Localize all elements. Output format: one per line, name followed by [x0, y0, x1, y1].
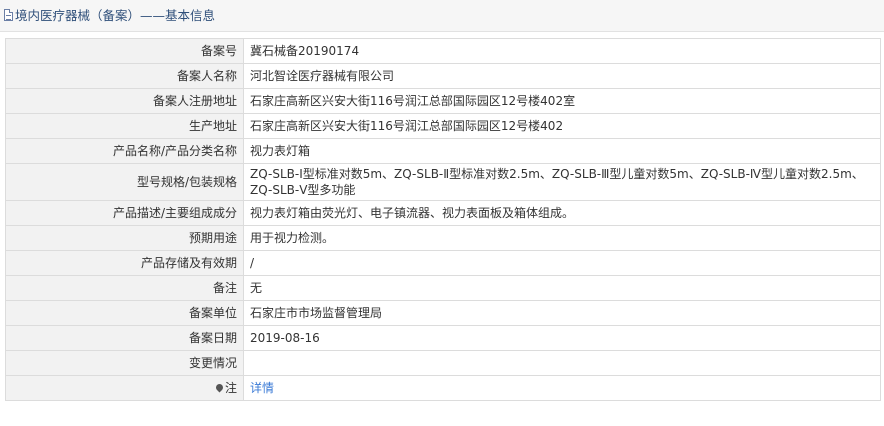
table-row: 备案号 冀石械备20190174 — [5, 38, 881, 64]
table-row: 预期用途 用于视力检测。 — [5, 225, 881, 251]
field-label: 备注 — [5, 275, 244, 301]
field-value: 用于视力检测。 — [243, 225, 881, 251]
table-row: 型号规格/包装规格 ZQ-SLB-Ⅰ型标准对数5m、ZQ-SLB-Ⅱ型标准对数2… — [5, 163, 881, 201]
field-label: 备案人名称 — [5, 63, 244, 89]
field-value: 视力表灯箱 — [243, 138, 881, 164]
field-label: 预期用途 — [5, 225, 244, 251]
field-value: 石家庄高新区兴安大街116号润江总部国际园区12号楼402室 — [243, 88, 881, 114]
field-value: 视力表灯箱由荧光灯、电子镇流器、视力表面板及箱体组成。 — [243, 200, 881, 226]
document-icon — [4, 9, 13, 21]
field-value: 无 — [243, 275, 881, 301]
field-label: 备案人注册地址 — [5, 88, 244, 114]
field-value: 河北智诠医疗器械有限公司 — [243, 63, 881, 89]
field-value: 石家庄市市场监督管理局 — [243, 300, 881, 326]
field-value: 石家庄高新区兴安大街116号润江总部国际园区12号楼402 — [243, 113, 881, 139]
field-label: 变更情况 — [5, 350, 244, 376]
field-label: 产品名称/产品分类名称 — [5, 138, 244, 164]
table-row: 备案人注册地址 石家庄高新区兴安大街116号润江总部国际园区12号楼402室 — [5, 88, 881, 114]
field-value: 冀石械备20190174 — [243, 38, 881, 64]
details-link[interactable]: 详情 — [250, 381, 274, 395]
field-label: 注 — [224, 381, 237, 395]
info-table: 备案号 冀石械备20190174 备案人名称 河北智诠医疗器械有限公司 备案人注… — [5, 38, 881, 401]
note-label-cell: 注 — [5, 375, 244, 401]
table-row: 注 详情 — [5, 375, 881, 401]
table-row: 产品名称/产品分类名称 视力表灯箱 — [5, 138, 881, 164]
field-label: 型号规格/包装规格 — [5, 163, 244, 201]
table-row: 产品描述/主要组成成分 视力表灯箱由荧光灯、电子镇流器、视力表面板及箱体组成。 — [5, 200, 881, 226]
field-label: 产品存储及有效期 — [5, 250, 244, 276]
field-value: ZQ-SLB-Ⅰ型标准对数5m、ZQ-SLB-Ⅱ型标准对数2.5m、ZQ-SLB… — [243, 163, 881, 201]
field-label: 备案单位 — [5, 300, 244, 326]
field-label: 备案号 — [5, 38, 244, 64]
table-row: 产品存储及有效期 / — [5, 250, 881, 276]
field-label: 产品描述/主要组成成分 — [5, 200, 244, 226]
page-title: 境内医疗器械（备案）——基本信息 — [15, 8, 216, 23]
field-label: 备案日期 — [5, 325, 244, 351]
map-pin-icon — [214, 382, 225, 393]
field-value: 详情 — [243, 375, 881, 401]
field-value: / — [243, 250, 881, 276]
page-header: 境内医疗器械（备案）——基本信息 — [0, 0, 884, 32]
table-row: 备案人名称 河北智诠医疗器械有限公司 — [5, 63, 881, 89]
table-row: 备案日期 2019-08-16 — [5, 325, 881, 351]
table-row: 备案单位 石家庄市市场监督管理局 — [5, 300, 881, 326]
table-row: 生产地址 石家庄高新区兴安大街116号润江总部国际园区12号楼402 — [5, 113, 881, 139]
table-row: 备注 无 — [5, 275, 881, 301]
field-value — [243, 350, 881, 376]
field-label: 生产地址 — [5, 113, 244, 139]
table-row: 变更情况 — [5, 350, 881, 376]
field-value: 2019-08-16 — [243, 325, 881, 351]
